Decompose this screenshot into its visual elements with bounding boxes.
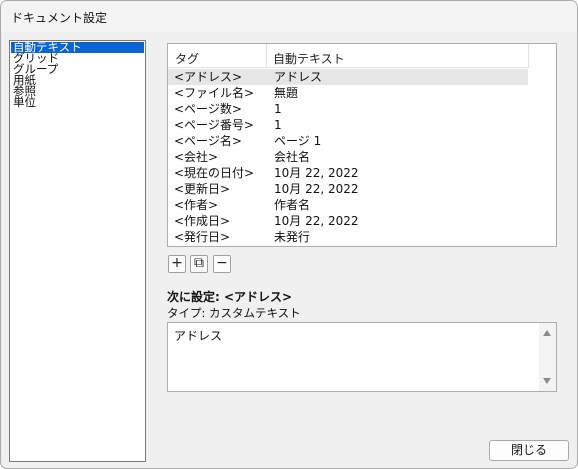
table-row[interactable]: <ページ数> 1 xyxy=(168,101,528,117)
text-cell: 10月 22, 2022 xyxy=(274,182,359,196)
tag-cell: <発行日> xyxy=(174,230,231,244)
tag-cell: <作成日> xyxy=(174,214,231,228)
scroll-down-icon[interactable] xyxy=(543,378,551,384)
text-cell: 1 xyxy=(274,118,282,132)
autotext-value: アドレス xyxy=(174,329,223,343)
text-cell: ページ 1 xyxy=(274,134,322,148)
scroll-up-icon[interactable] xyxy=(543,330,551,336)
table-row[interactable]: <作成日> 10月 22, 2022 xyxy=(168,213,528,229)
duplicate-tag-button[interactable]: ⧉ xyxy=(190,255,208,273)
duplicate-icon: ⧉ xyxy=(194,255,204,271)
column-divider xyxy=(528,44,529,68)
type-label: タイプ: カスタムテキスト xyxy=(167,306,301,320)
plus-icon: + xyxy=(171,255,183,271)
text-cell: 10月 22, 2022 xyxy=(274,214,359,228)
autotext-table[interactable]: タグ 自動テキスト <アドレス> アドレス <ファイル名> 無題 <ページ数> … xyxy=(167,43,557,247)
tag-cell: <更新日> xyxy=(174,182,231,196)
table-row[interactable]: <ファイル名> 無題 xyxy=(168,85,528,101)
window-title: ドキュメント設定 xyxy=(11,11,108,25)
autotext-value-field[interactable]: アドレス xyxy=(167,322,557,392)
sidebar-item-units[interactable]: 単位 xyxy=(11,96,144,108)
table-row[interactable]: <会社> 会社名 xyxy=(168,149,528,165)
table-body: <アドレス> アドレス <ファイル名> 無題 <ページ数> 1 <ページ番号> … xyxy=(168,69,528,245)
text-cell: 10月 22, 2022 xyxy=(274,166,359,180)
tag-cell: <ページ数> xyxy=(174,102,242,116)
add-tag-button[interactable]: + xyxy=(168,255,186,273)
table-row[interactable]: <発行日> 未発行 xyxy=(168,229,528,245)
table-row[interactable]: <作者> 作者名 xyxy=(168,197,528,213)
table-row[interactable]: <アドレス> アドレス xyxy=(168,69,528,85)
tag-cell: <ページ番号> xyxy=(174,118,254,132)
tag-cell: <作者> xyxy=(174,198,219,212)
next-setting-label: 次に設定: <アドレス> xyxy=(167,290,293,304)
tag-cell: <会社> xyxy=(174,150,219,164)
column-header-autotext[interactable]: 自動テキスト xyxy=(273,50,345,67)
text-cell: 会社名 xyxy=(274,150,311,164)
table-row[interactable]: <現在の日付> 10月 22, 2022 xyxy=(168,165,528,181)
document-settings-window: ドキュメント設定 自動テキスト グリッド グループ 用紙 参照 単位 タグ 自動… xyxy=(0,0,578,469)
table-header: タグ 自動テキスト xyxy=(168,44,529,68)
title-bar[interactable]: ドキュメント設定 xyxy=(1,1,577,32)
table-row[interactable]: <ページ名> ページ 1 xyxy=(168,133,528,149)
text-cell: 無題 xyxy=(274,86,299,100)
remove-tag-button[interactable]: − xyxy=(213,255,231,273)
column-header-tag[interactable]: タグ xyxy=(175,50,199,67)
tag-cell: <アドレス> xyxy=(174,70,243,84)
text-cell: 1 xyxy=(274,102,282,116)
close-button[interactable]: 閉じる xyxy=(489,440,569,461)
tag-cell: <現在の日付> xyxy=(174,166,255,180)
minus-icon: − xyxy=(216,255,228,271)
column-divider xyxy=(266,44,267,68)
text-cell: 未発行 xyxy=(274,230,311,244)
vertical-scrollbar[interactable] xyxy=(539,323,556,391)
text-cell: アドレス xyxy=(274,70,323,84)
text-cell: 作者名 xyxy=(274,198,311,212)
tag-cell: <ページ名> xyxy=(174,134,242,148)
table-row[interactable]: <ページ番号> 1 xyxy=(168,117,528,133)
tag-cell: <ファイル名> xyxy=(174,86,255,100)
table-row[interactable]: <更新日> 10月 22, 2022 xyxy=(168,181,528,197)
category-list[interactable]: 自動テキスト グリッド グループ 用紙 参照 単位 xyxy=(9,40,146,462)
